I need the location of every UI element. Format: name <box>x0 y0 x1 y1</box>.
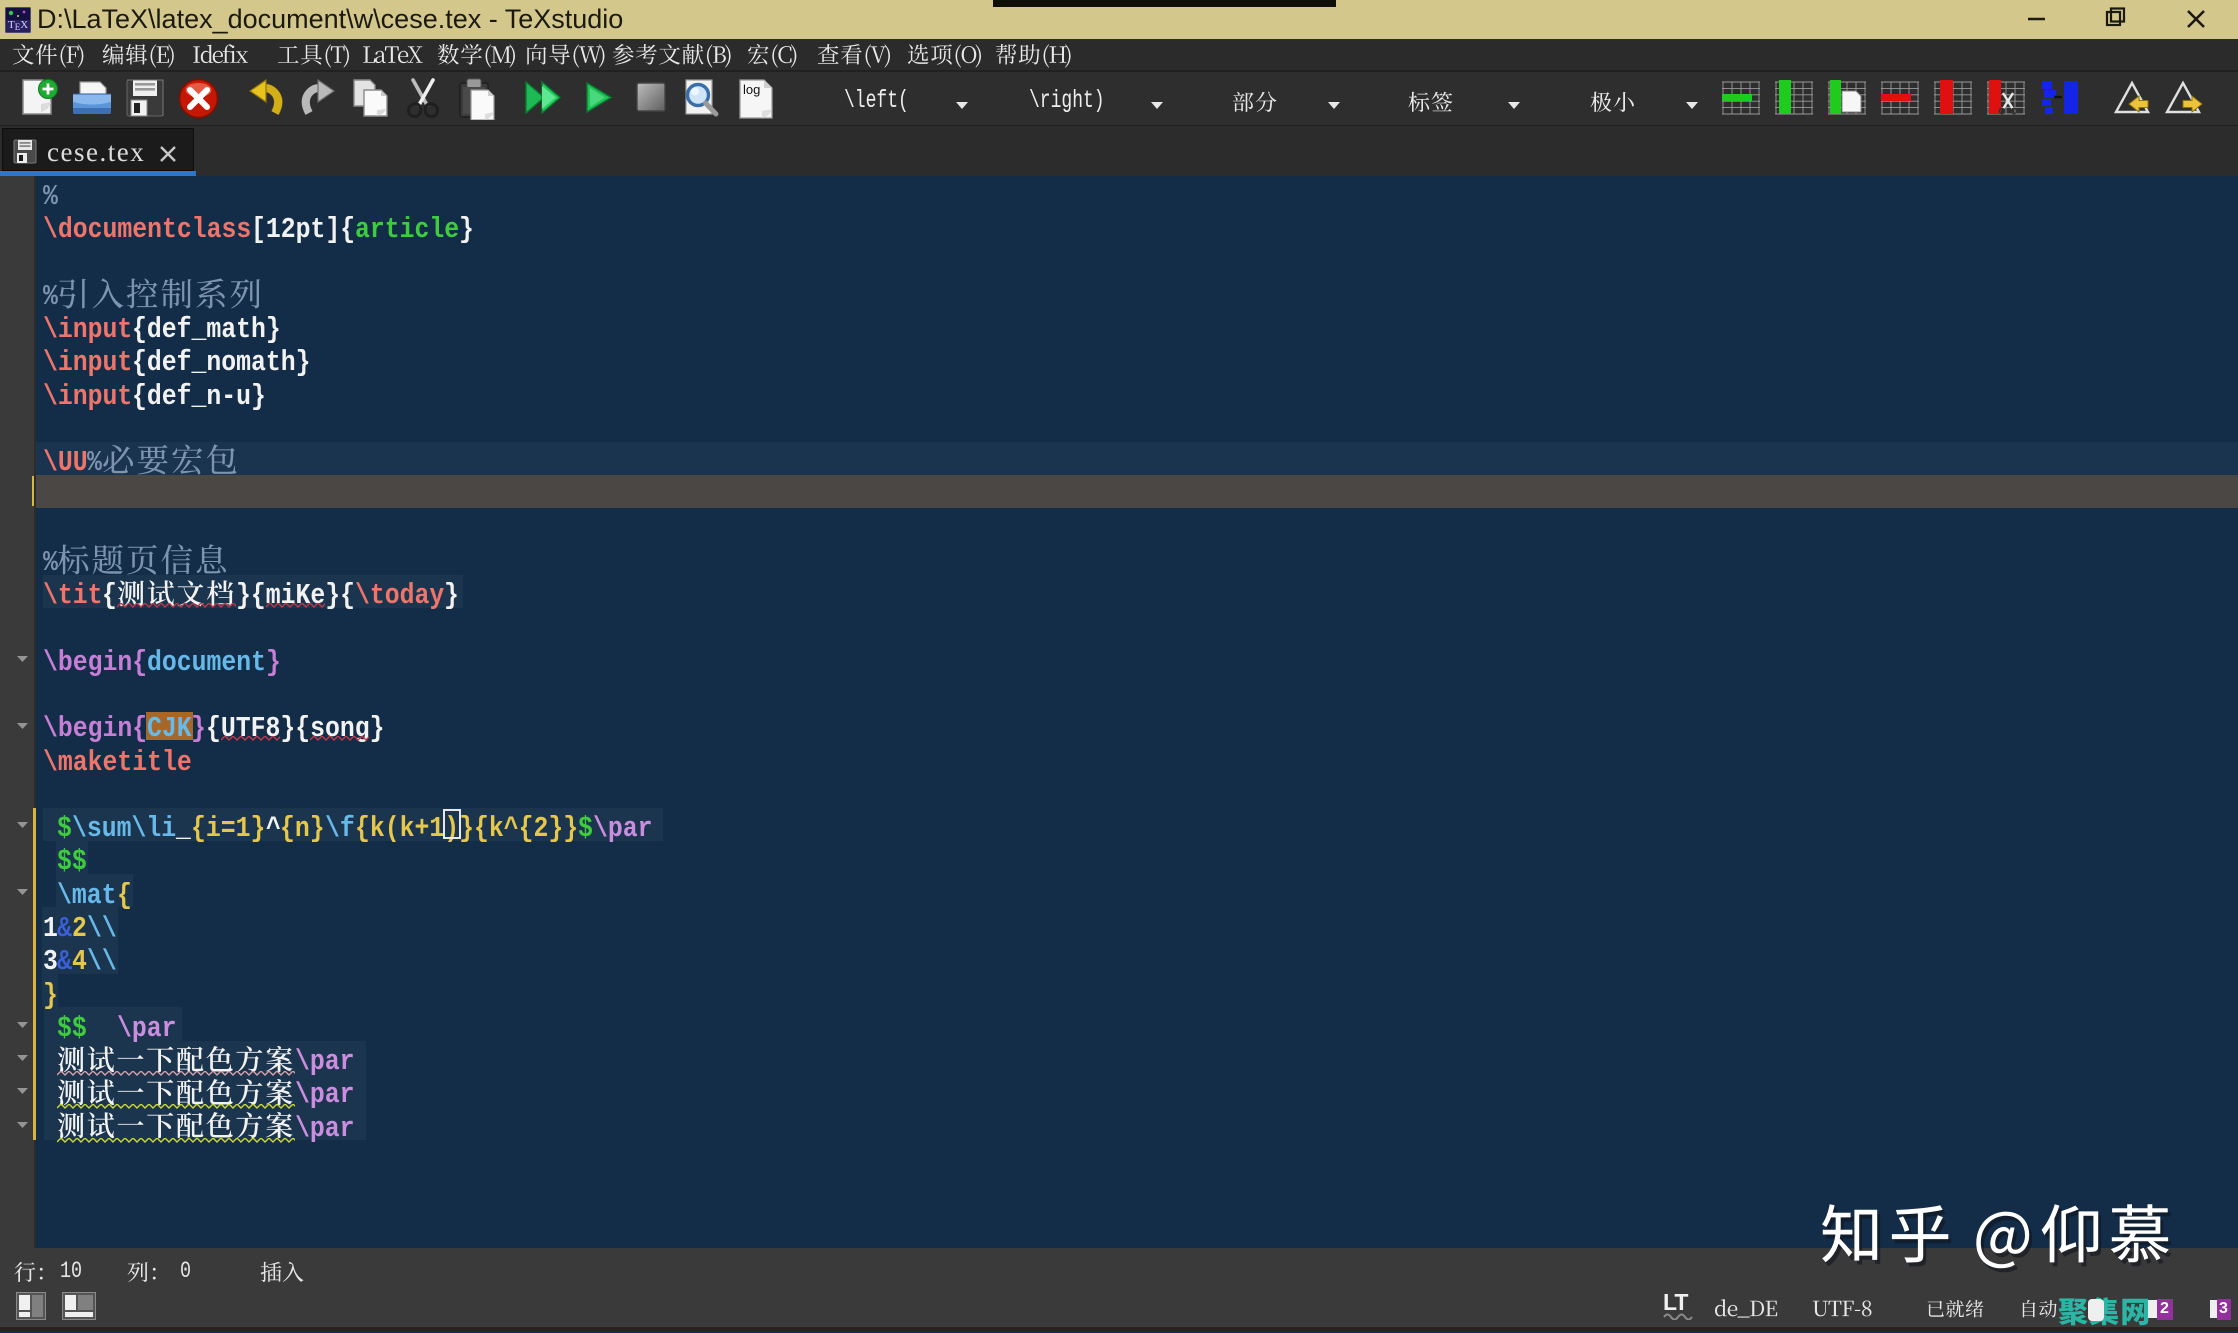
svg-text:log: log <box>743 82 760 97</box>
